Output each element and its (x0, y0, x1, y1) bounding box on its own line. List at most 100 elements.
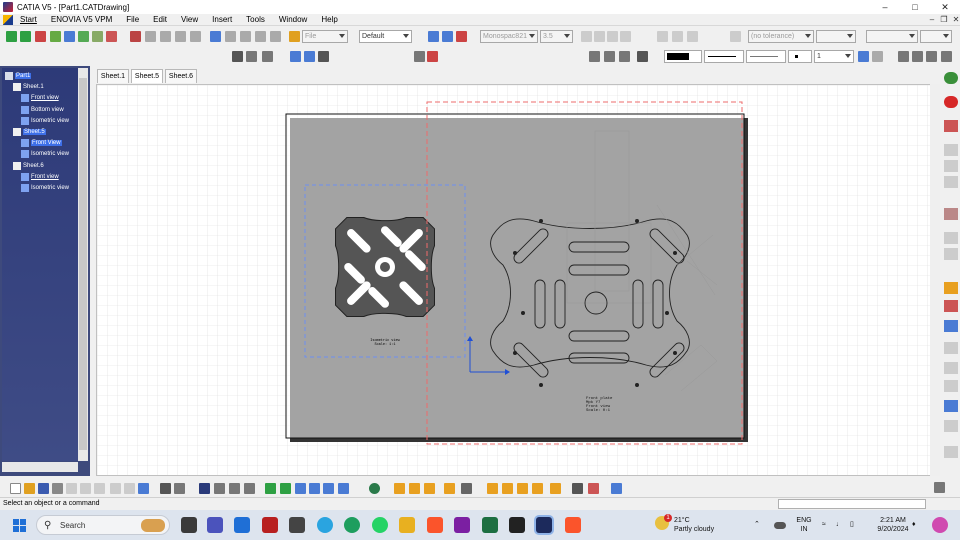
transformation-icon[interactable] (944, 362, 958, 374)
print-icon[interactable] (52, 483, 63, 494)
color-swatch[interactable] (664, 50, 702, 63)
clipping-icon[interactable] (944, 232, 958, 244)
tree-node[interactable]: Isometric view (21, 116, 69, 126)
annotation-icon[interactable] (130, 31, 141, 42)
excel-icon[interactable] (482, 517, 498, 533)
doc-minimize-button[interactable]: – (926, 14, 938, 26)
detail-icon[interactable] (944, 208, 958, 220)
taskbar-search[interactable]: ⚲ Search (36, 515, 170, 535)
datum-icon[interactable] (175, 31, 186, 42)
menu-file[interactable]: File (119, 14, 146, 26)
stack-icon[interactable] (941, 51, 952, 62)
stop-icon[interactable] (944, 96, 958, 108)
text-tool-icon[interactable] (232, 51, 243, 62)
menu-tools[interactable]: Tools (239, 14, 272, 26)
dimensions-icon[interactable] (944, 300, 958, 312)
tree-node[interactable]: Front view (21, 93, 59, 103)
projection-icon[interactable] (944, 160, 958, 172)
windows-start-icon[interactable] (13, 519, 26, 532)
roughness-icon[interactable] (246, 51, 257, 62)
picture-icon[interactable] (944, 120, 958, 132)
canvas-vertical-scrollbar[interactable] (930, 84, 940, 476)
battery-icon[interactable]: ▯ (850, 520, 854, 529)
folder-icon[interactable] (289, 31, 300, 42)
thread-icon[interactable] (318, 51, 329, 62)
measure-icon[interactable] (214, 483, 225, 494)
text-icon[interactable] (145, 31, 156, 42)
undo-icon[interactable] (110, 483, 121, 494)
menu-edit[interactable]: Edit (146, 14, 174, 26)
font-size-combo[interactable]: 3.5 (540, 30, 573, 43)
language-region[interactable]: IN (794, 525, 814, 534)
meet-app-icon[interactable] (207, 517, 223, 533)
pattern-icon[interactable] (872, 51, 883, 62)
arrow-icon[interactable] (255, 31, 266, 42)
copilot-icon[interactable] (932, 517, 948, 533)
redo-icon[interactable] (124, 483, 135, 494)
view-window-3-icon[interactable] (456, 31, 467, 42)
paint-icon[interactable] (858, 51, 869, 62)
balloon-icon[interactable] (160, 31, 171, 42)
arrange-icon[interactable] (898, 51, 909, 62)
table-icon[interactable] (225, 31, 236, 42)
weather-temp[interactable]: 21°C (674, 516, 690, 525)
dimension-icon[interactable] (78, 31, 89, 42)
tab-sheet-6[interactable]: Sheet.6 (165, 69, 197, 83)
style-combo[interactable]: Default (359, 30, 412, 43)
help-icon[interactable] (138, 483, 149, 494)
wifi-icon[interactable]: ≈ (822, 520, 826, 529)
font-combo[interactable]: Monospac821 (480, 30, 538, 43)
table-tool-icon[interactable] (262, 51, 273, 62)
tree-horizontal-scrollbar[interactable] (2, 462, 78, 472)
brave-2-icon[interactable] (565, 517, 581, 533)
maximize-button[interactable]: □ (900, 0, 930, 14)
notification-bell-icon[interactable]: ♦ (912, 520, 916, 529)
dress-up-icon[interactable] (290, 51, 301, 62)
constraints-icon[interactable] (517, 483, 528, 494)
new-icon[interactable] (10, 483, 21, 494)
tree-node[interactable]: Front View (21, 138, 62, 148)
show-constraints-icon[interactable] (550, 483, 561, 494)
create-detection-icon[interactable] (487, 483, 498, 494)
symbol-text-icon[interactable] (687, 31, 698, 42)
sphere-icon[interactable] (229, 483, 240, 494)
calendar-app-icon[interactable] (234, 517, 250, 533)
swap-icon[interactable] (35, 31, 46, 42)
filter-toggle-icon[interactable] (461, 483, 472, 494)
formula-icon[interactable] (160, 483, 171, 494)
dimension-constraint-icon[interactable] (532, 483, 543, 494)
dimension-system-icon[interactable] (444, 483, 455, 494)
thickness-combo[interactable] (746, 50, 786, 63)
tree-node[interactable]: Sheet.6 (13, 161, 44, 171)
update-icon[interactable] (106, 31, 117, 42)
grid-icon[interactable] (92, 31, 103, 42)
copy-icon[interactable] (80, 483, 91, 494)
wand-icon[interactable] (64, 31, 75, 42)
align-icon[interactable] (657, 31, 668, 42)
pencil-icon[interactable] (50, 31, 61, 42)
numerical-display-combo[interactable] (866, 30, 918, 43)
properties-icon[interactable] (588, 483, 599, 494)
tolerance-combo[interactable]: (no tolerance) (748, 30, 814, 43)
pan-view-icon[interactable] (280, 483, 291, 494)
wizard-icon[interactable] (944, 282, 958, 294)
file-explorer-icon[interactable] (399, 517, 415, 533)
tree-vertical-scrollbar[interactable] (78, 68, 88, 461)
point-style-combo[interactable] (788, 50, 812, 63)
compass-icon[interactable] (944, 72, 958, 84)
menu-view[interactable]: View (174, 14, 205, 26)
view-window-2-icon[interactable] (442, 31, 453, 42)
tree-node[interactable]: Isometric view (21, 183, 69, 193)
weather-desc[interactable]: Partly cloudy (674, 525, 714, 534)
whatsapp-icon[interactable] (372, 517, 388, 533)
minimize-button[interactable]: – (870, 0, 900, 14)
tolerance-value-combo[interactable] (816, 30, 856, 43)
position-icon[interactable] (427, 51, 438, 62)
app-red-icon[interactable] (262, 517, 278, 533)
doc-close-button[interactable]: ✕ (950, 14, 960, 26)
tree-node[interactable]: Isometric view (21, 149, 69, 159)
sketch-grid-icon[interactable] (589, 51, 600, 62)
menu-start[interactable]: Start (13, 14, 44, 26)
weld-icon[interactable] (270, 31, 281, 42)
normal-view-icon[interactable] (338, 483, 349, 494)
